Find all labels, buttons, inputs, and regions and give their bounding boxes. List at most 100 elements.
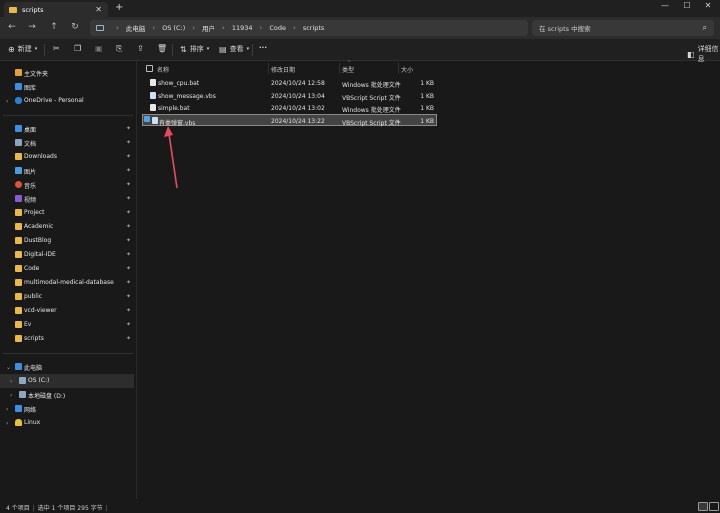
file-row[interactable]: show_message.vbs 2024/10/24 13:04 VBScri…	[142, 90, 437, 102]
paste-button[interactable]: ▣	[95, 44, 106, 53]
sidebar-item-os-c[interactable]: › OS (C:)	[0, 374, 134, 388]
sidebar-item-pictures[interactable]: 图片 ✦	[0, 164, 134, 178]
tab-close-icon[interactable]: ✕	[95, 5, 102, 14]
maximize-button[interactable]: ☐	[680, 1, 694, 10]
sidebar-item-documents[interactable]: 文档 ✦	[0, 136, 134, 150]
sidebar-item-code[interactable]: Code ✦	[0, 262, 134, 276]
chevron-right-icon[interactable]: ›	[10, 392, 12, 399]
sidebar-item-downloads[interactable]: Downloads ✦	[0, 150, 134, 164]
details-view-button[interactable]	[698, 502, 708, 511]
sidebar-item-this-pc[interactable]: ⌄ 此电脑	[0, 360, 134, 374]
sidebar-item-linux[interactable]: › Linux	[0, 416, 134, 430]
search-placeholder: 在 scripts 中搜索	[539, 25, 591, 33]
row-checkbox[interactable]	[144, 116, 150, 122]
sidebar-item-ev[interactable]: Ev ✦	[0, 318, 134, 332]
breadcrumb-item[interactable]: OS (C:)	[162, 24, 185, 32]
pin-icon[interactable]: ✦	[126, 265, 131, 272]
tab-scripts[interactable]: scripts ✕	[4, 2, 108, 17]
pin-icon[interactable]: ✦	[126, 209, 131, 216]
pin-icon[interactable]: ✦	[126, 153, 131, 160]
sidebar-item-network[interactable]: › 网络	[0, 402, 134, 416]
pin-icon[interactable]: ✦	[126, 181, 131, 188]
sidebar-item-label: 图片	[24, 169, 37, 176]
sort-button[interactable]: ⇅ 排序 ▾	[180, 44, 209, 54]
sidebar-item-project[interactable]: Project ✦	[0, 206, 134, 220]
sidebar-item-label: 桌面	[24, 127, 37, 134]
sidebar-item-onedrive[interactable]: › OneDrive - Personal	[0, 94, 134, 108]
pin-icon[interactable]: ✦	[126, 293, 131, 300]
breadcrumb-item[interactable]: 用户	[202, 23, 215, 33]
music-icon	[15, 181, 22, 188]
sidebar-item-academic[interactable]: Academic ✦	[0, 220, 134, 234]
column-modified[interactable]: 修改日期	[271, 65, 295, 74]
sidebar-item-multimodal-medical-database[interactable]: multimodal-medical-database ✦	[0, 276, 134, 290]
chevron-right-icon[interactable]: ›	[6, 406, 8, 413]
breadcrumb-item[interactable]: Code	[269, 24, 286, 32]
more-options-button[interactable]: ···	[259, 44, 267, 52]
pin-icon[interactable]: ✦	[126, 321, 131, 328]
column-divider[interactable]	[339, 63, 340, 74]
sidebar-item-gallery[interactable]: 图库	[0, 80, 134, 94]
cut-button[interactable]: ✂	[53, 44, 63, 53]
column-divider[interactable]	[268, 63, 269, 74]
pin-icon[interactable]: ✦	[126, 307, 131, 314]
sidebar-item-digital-ide[interactable]: Digital-IDE ✦	[0, 248, 134, 262]
sidebar-item-desktop[interactable]: 桌面 ✦	[0, 122, 134, 136]
close-button[interactable]: ✕	[701, 1, 715, 10]
chevron-right-icon[interactable]: ›	[6, 420, 8, 427]
pin-icon[interactable]: ✦	[126, 279, 131, 286]
sidebar-item-label: public	[24, 293, 43, 300]
rename-button[interactable]: ⎘	[116, 44, 125, 54]
breadcrumb-item[interactable]: 11934	[232, 24, 253, 32]
large-icons-view-button[interactable]	[709, 502, 719, 511]
new-button[interactable]: ⊕ 新建 ▾	[8, 44, 37, 54]
copy-button[interactable]: ❐	[74, 44, 84, 53]
pin-icon[interactable]: ✦	[126, 125, 131, 132]
chevron-right-icon[interactable]: ›	[10, 378, 12, 385]
forward-button[interactable]: →	[26, 22, 38, 32]
new-tab-button[interactable]: +	[115, 2, 123, 13]
folder-icon	[15, 307, 22, 314]
refresh-button[interactable]: ↻	[69, 22, 81, 32]
sidebar-item-public[interactable]: public ✦	[0, 290, 134, 304]
file-size: 1 KB	[420, 105, 434, 112]
column-type[interactable]: 类型	[342, 65, 354, 74]
pin-icon[interactable]: ✦	[126, 251, 131, 258]
back-button[interactable]: ←	[6, 22, 18, 32]
share-button[interactable]: ⇪	[137, 44, 147, 53]
sidebar-item-label: 视频	[24, 197, 37, 204]
drive-icon	[19, 377, 26, 384]
sidebar-item-music[interactable]: 音乐 ✦	[0, 178, 134, 192]
sidebar-item-dustblog[interactable]: DustBlog ✦	[0, 234, 134, 248]
pane-splitter[interactable]	[136, 61, 137, 499]
search-input[interactable]: 在 scripts 中搜索 ⌕	[532, 20, 714, 36]
pin-icon[interactable]: ✦	[126, 237, 131, 244]
sidebar-item-vcd-viewer[interactable]: vcd-viewer ✦	[0, 304, 134, 318]
pin-icon[interactable]: ✦	[126, 223, 131, 230]
file-row[interactable]: simple.bat 2024/10/24 13:02 Windows 批处理文…	[142, 102, 437, 114]
chevron-down-icon[interactable]: ⌄	[6, 364, 11, 371]
delete-button[interactable]: 🗑	[157, 44, 170, 53]
chevron-right-icon[interactable]: ›	[6, 98, 8, 105]
sidebar-item-home[interactable]: 主文件夹	[0, 66, 134, 80]
file-name: simple.bat	[158, 105, 190, 112]
column-size[interactable]: 大小	[401, 65, 413, 74]
sidebar-item-scripts[interactable]: scripts ✦	[0, 332, 134, 346]
column-name[interactable]: 名称	[157, 65, 169, 74]
address-bar[interactable]: › 此电脑 › OS (C:) › 用户 › 11934 › Code › sc…	[90, 20, 528, 36]
pin-icon[interactable]: ✦	[126, 139, 131, 146]
view-button[interactable]: ▤ 查看 ▾	[219, 44, 249, 54]
file-row[interactable]: show_cpu.bat 2024/10/24 12:58 Windows 批处…	[142, 77, 437, 89]
pin-icon[interactable]: ✦	[126, 195, 131, 202]
sidebar-item-videos[interactable]: 视频 ✦	[0, 192, 134, 206]
pin-icon[interactable]: ✦	[126, 167, 131, 174]
breadcrumb-item[interactable]: 此电脑	[126, 23, 146, 33]
details-pane-button[interactable]: ◧ 详细信息	[687, 44, 720, 64]
breadcrumb-item[interactable]: scripts	[303, 24, 325, 32]
sidebar-item-local-disk-d[interactable]: › 本地磁盘 (D:)	[0, 388, 134, 402]
column-divider[interactable]	[398, 63, 399, 74]
up-button[interactable]: ↑	[48, 22, 60, 32]
minimize-button[interactable]: —	[658, 1, 672, 10]
select-all-checkbox[interactable]	[146, 65, 153, 72]
pin-icon[interactable]: ✦	[126, 335, 131, 342]
